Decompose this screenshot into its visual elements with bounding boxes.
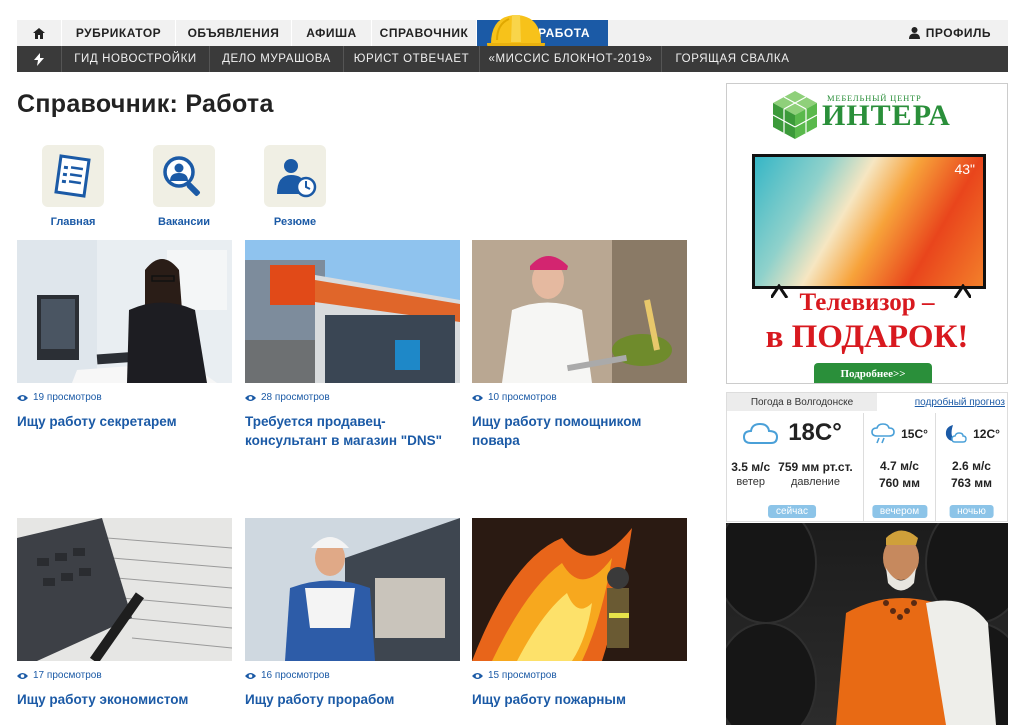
ad-brand: ИНТЕРА (822, 99, 951, 132)
bolt-icon (17, 46, 61, 72)
eye-icon (245, 672, 256, 679)
search-people-icon (153, 145, 215, 207)
weather-evening-badge: вечером (871, 505, 928, 518)
card-title[interactable]: Ищу работу помощником повара (472, 412, 687, 450)
views-label: 16 просмотров (261, 670, 330, 681)
tv-size: 43" (954, 161, 975, 177)
user-icon (908, 27, 920, 39)
profile-link[interactable]: ПРОФИЛЬ (908, 26, 1008, 40)
document-list-icon (42, 145, 104, 207)
weather-city: Погода в Волгодонске (727, 393, 877, 411)
card-image-foreman[interactable] (245, 518, 460, 661)
profile-label: ПРОФИЛЬ (925, 26, 991, 40)
card-title[interactable]: Ищу работу экономистом (17, 690, 232, 709)
eye-icon (472, 672, 483, 679)
subnav-item-missis[interactable]: «МИССИС БЛОКНОТ-2019» (479, 46, 661, 72)
job-card[interactable]: 10 просмотров Ищу работу помощником пова… (472, 240, 687, 450)
subnav-item-murashov[interactable]: ДЕЛО МУРАШОВА (209, 46, 343, 72)
wind-night: 2.6 м/с (952, 459, 991, 473)
card-image-economist[interactable] (17, 518, 232, 661)
job-card[interactable]: 19 просмотров Ищу работу секретарем (17, 240, 232, 431)
cloud-rain-icon (871, 423, 895, 444)
ad-banner-tires[interactable] (726, 523, 1008, 725)
views-label: 15 просмотров (488, 670, 557, 681)
views-label: 17 просмотров (33, 670, 102, 681)
weather-night: 12C° 2.6 м/с 763 мм ночью (935, 413, 1007, 521)
eye-icon (472, 394, 483, 401)
category-main-label: Главная (50, 216, 96, 228)
job-card[interactable]: 15 просмотров Ищу работу пожарным (472, 518, 687, 709)
eye-icon (245, 394, 256, 401)
ad-promo-line2: в ПОДАРОК! (765, 319, 969, 355)
card-title[interactable]: Ищу работу секретарем (17, 412, 232, 431)
nav-item-ads[interactable]: ОБЪЯВЛЕНИЯ (175, 20, 291, 46)
eye-icon (17, 672, 28, 679)
weather-evening: 15C° 4.7 м/с 760 мм вечером (863, 413, 935, 521)
card-title[interactable]: Ищу работу пожарным (472, 690, 687, 709)
weather-now-temp: 18C° (788, 419, 842, 446)
wind-evening: 4.7 м/с (880, 459, 919, 473)
weather-night-badge: ночью (949, 505, 994, 518)
views-count: 19 просмотров (17, 392, 232, 403)
person-clock-icon (264, 145, 326, 207)
category-main[interactable]: Главная (23, 145, 123, 228)
card-image-dns[interactable] (245, 240, 460, 383)
subnav-item-novostroyki[interactable]: ГИД НОВОСТРОЙКИ (61, 46, 209, 72)
tv-image: 43" (752, 154, 986, 289)
subnav-item-svalka[interactable]: ГОРЯЩАЯ СВАЛКА (661, 46, 803, 72)
card-image-cook[interactable] (472, 240, 687, 383)
job-card[interactable]: 28 просмотров Требуется продавец-консуль… (245, 240, 460, 450)
sub-nav: ГИД НОВОСТРОЙКИ ДЕЛО МУРАШОВА ЮРИСТ ОТВЕ… (17, 46, 1008, 72)
views-label: 19 просмотров (33, 392, 102, 403)
ad-banner-intera[interactable]: МЕБЕЛЬНЫЙ ЦЕНТР ИНТЕРА 43" Телевизор – в… (726, 83, 1008, 384)
job-card[interactable]: 16 просмотров Ищу работу прорабом (245, 518, 460, 709)
subnav-item-lawyer[interactable]: ЮРИСТ ОТВЕЧАЕТ (343, 46, 479, 72)
views-label: 10 просмотров (488, 392, 557, 403)
job-card[interactable]: 17 просмотров Ищу работу экономистом (17, 518, 232, 709)
weather-now: 18C° 3.5 м/с ветер 759 мм рт.ст. давление … (727, 413, 857, 521)
category-vacancies[interactable]: Вакансии (134, 145, 234, 228)
category-resume[interactable]: Резюме (245, 145, 345, 228)
cloud-icon (743, 422, 779, 444)
views-label: 28 просмотров (261, 392, 330, 403)
views-count: 15 просмотров (472, 670, 687, 681)
views-count: 16 просмотров (245, 670, 460, 681)
nav-item-afisha[interactable]: АФИША (291, 20, 371, 46)
pressure-night: 763 мм (950, 476, 993, 490)
nav-item-rubricator[interactable]: РУБРИКАТОР (61, 20, 175, 46)
weather-night-temp: 12C° (973, 427, 1000, 441)
wind-now: 3.5 м/с (731, 460, 771, 474)
wind-label: ветер (736, 476, 765, 488)
category-vacancies-label: Вакансии (158, 216, 210, 228)
moon-cloud-icon (945, 425, 967, 443)
weather-now-badge: сейчас (768, 505, 816, 518)
weather-detail-link[interactable]: подробный прогноз (877, 397, 1007, 408)
pressure-label: давление (790, 476, 840, 488)
home-icon[interactable] (17, 20, 61, 46)
views-count: 17 просмотров (17, 670, 232, 681)
nav-item-directory[interactable]: СПРАВОЧНИК (371, 20, 476, 46)
pressure-evening: 760 мм (878, 476, 921, 490)
weather-widget: Погода в Волгодонске подробный прогноз 1… (726, 392, 1008, 522)
card-title[interactable]: Требуется продавец-консультант в магазин… (245, 412, 460, 450)
ad-more-button[interactable]: Подробнее>> (814, 363, 932, 383)
page-title: Справочник: Работа (17, 90, 274, 118)
cube-logo-icon (772, 91, 818, 139)
weather-evening-temp: 15C° (901, 427, 928, 441)
category-resume-label: Резюме (273, 216, 317, 228)
views-count: 28 просмотров (245, 392, 460, 403)
eye-icon (17, 394, 28, 401)
card-title[interactable]: Ищу работу прорабом (245, 690, 460, 709)
card-image-secretary[interactable] (17, 240, 232, 383)
pressure-now: 759 мм рт.ст. (778, 460, 853, 474)
ad-promo-line1: Телевизор – (799, 289, 935, 316)
card-image-firefighter[interactable] (472, 518, 687, 661)
views-count: 10 просмотров (472, 392, 687, 403)
helmet-icon (487, 15, 545, 49)
